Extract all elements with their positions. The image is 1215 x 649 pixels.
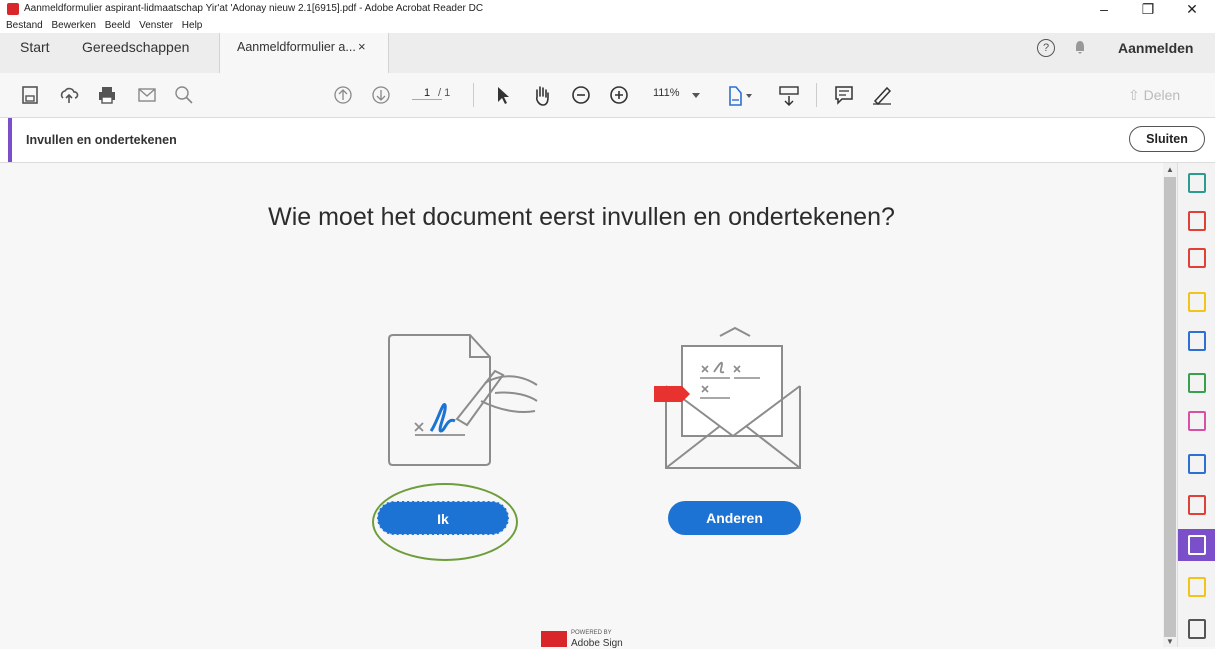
panel-title: Invullen en ondertekenen <box>26 133 177 147</box>
panel-accent-bar <box>8 118 12 162</box>
scroll-mode-icon[interactable] <box>778 85 800 107</box>
scroll-down-arrow-icon[interactable]: ▼ <box>1166 637 1174 646</box>
toolbar-divider <box>816 83 817 107</box>
menu-bestand[interactable]: Bestand <box>6 20 43 32</box>
close-panel-button[interactable]: Sluiten <box>1129 126 1205 152</box>
powered-by-label: POWERED BY <box>571 630 612 636</box>
me-button[interactable]: Ik <box>377 501 509 535</box>
pdf-icon-glyph <box>1188 495 1206 515</box>
pdf-icon[interactable] <box>1178 489 1215 521</box>
toolbar-divider <box>473 83 474 107</box>
protect-icon[interactable] <box>1178 448 1215 480</box>
highlight-pen-icon[interactable] <box>871 85 893 107</box>
menu-bar: Bestand Bewerken Beeld Venster Help <box>0 20 1215 33</box>
tab-tools[interactable]: Gereedschappen <box>82 33 189 73</box>
adobe-sign-logo-icon <box>541 631 567 647</box>
tools-pane <box>1177 163 1215 647</box>
fill-sign-panel-header: Invullen en ondertekenen Sluiten <box>0 118 1215 163</box>
more-tools-icon-glyph <box>1188 619 1206 639</box>
adobe-sign-badge: POWERED BY Adobe Sign <box>541 628 631 649</box>
zoom-out-icon[interactable] <box>571 85 591 107</box>
share-icon: ⇧ <box>1128 87 1144 103</box>
previous-page-icon[interactable] <box>333 85 353 107</box>
select-arrow-icon[interactable] <box>495 85 511 107</box>
menu-venster[interactable]: Venster <box>139 20 173 32</box>
share-button[interactable]: ⇧ Delen <box>1128 87 1180 104</box>
export-pdf-icon[interactable] <box>1178 325 1215 357</box>
menu-help[interactable]: Help <box>182 20 203 32</box>
page-fit-icon[interactable] <box>727 85 755 107</box>
fill-sign-icon[interactable] <box>1178 405 1215 437</box>
close-window-button[interactable]: ✕ <box>1170 0 1214 20</box>
tab-bar: Start Gereedschappen Aanmeldformulier a.… <box>0 33 1215 74</box>
fill-sign-active-icon-glyph <box>1188 535 1206 555</box>
help-icon[interactable]: ? <box>1037 39 1055 57</box>
tab-document[interactable]: Aanmeldformulier a... × <box>219 33 389 74</box>
hand-tool-icon[interactable] <box>532 85 552 107</box>
send-for-review-icon[interactable] <box>1178 571 1215 603</box>
fill-sign-icon-glyph <box>1188 411 1206 431</box>
scrollbar-thumb[interactable] <box>1164 177 1176 637</box>
create-pdf-icon[interactable] <box>1178 167 1215 199</box>
comment-tool-icon[interactable] <box>834 85 854 107</box>
menu-bewerken[interactable]: Bewerken <box>51 20 95 32</box>
bell-icon[interactable] <box>1074 40 1086 55</box>
minimize-button[interactable]: – <box>1082 0 1126 20</box>
fill-sign-active-icon[interactable] <box>1178 529 1215 561</box>
tab-document-label: Aanmeldformulier a... <box>237 40 356 54</box>
menu-beeld[interactable]: Beeld <box>105 20 131 32</box>
zoom-level-select[interactable]: 111% <box>653 87 680 99</box>
organize-pages-icon[interactable] <box>1178 242 1215 274</box>
question-heading: Wie moet het document eerst invullen en … <box>268 203 895 231</box>
chevron-down-icon[interactable] <box>692 93 700 99</box>
protect-icon-glyph <box>1188 454 1206 474</box>
add-pdf-icon[interactable] <box>1178 205 1215 237</box>
tab-close-icon[interactable]: × <box>358 33 366 61</box>
next-page-icon[interactable] <box>371 85 391 107</box>
title-bar: Aanmeldformulier aspirant-lidmaatschap Y… <box>0 0 1215 20</box>
vertical-scrollbar[interactable]: ▲ ▼ <box>1163 163 1177 647</box>
send-for-review-icon-glyph <box>1188 577 1206 597</box>
restore-button[interactable]: ❐ <box>1126 0 1170 20</box>
tab-start[interactable]: Start <box>20 33 50 73</box>
create-pdf-icon-glyph <box>1188 173 1206 193</box>
print-icon[interactable] <box>97 85 117 107</box>
compare-icon-glyph <box>1188 373 1206 393</box>
main-content: Wie moet het document eerst invullen en … <box>0 163 1163 649</box>
signin-button[interactable]: Aanmelden <box>1118 40 1193 56</box>
comment-icon[interactable] <box>1178 286 1215 318</box>
page-total: / 1 <box>438 87 451 99</box>
send-to-others-illustration <box>654 326 801 469</box>
more-tools-icon[interactable] <box>1178 613 1215 645</box>
share-label: Delen <box>1143 87 1181 103</box>
others-button[interactable]: Anderen <box>668 501 801 535</box>
search-icon[interactable] <box>174 85 194 107</box>
scroll-up-arrow-icon[interactable]: ▲ <box>1166 165 1174 174</box>
adobe-sign-label: Adobe Sign <box>571 638 623 649</box>
acrobat-icon <box>7 3 19 15</box>
compare-icon[interactable] <box>1178 367 1215 399</box>
add-pdf-icon-glyph <box>1188 211 1206 231</box>
export-pdf-icon-glyph <box>1188 331 1206 351</box>
organize-pages-icon-glyph <box>1188 248 1206 268</box>
comment-icon-glyph <box>1188 292 1206 312</box>
toolbar: 1 / 1 111% ⇧ Delen <box>0 73 1215 118</box>
sign-yourself-illustration <box>388 334 538 466</box>
window-title: Aanmeldformulier aspirant-lidmaatschap Y… <box>24 3 484 14</box>
email-icon[interactable] <box>137 85 157 107</box>
zoom-in-icon[interactable] <box>609 85 629 107</box>
upload-cloud-icon[interactable] <box>59 85 79 107</box>
save-icon[interactable] <box>21 85 39 107</box>
